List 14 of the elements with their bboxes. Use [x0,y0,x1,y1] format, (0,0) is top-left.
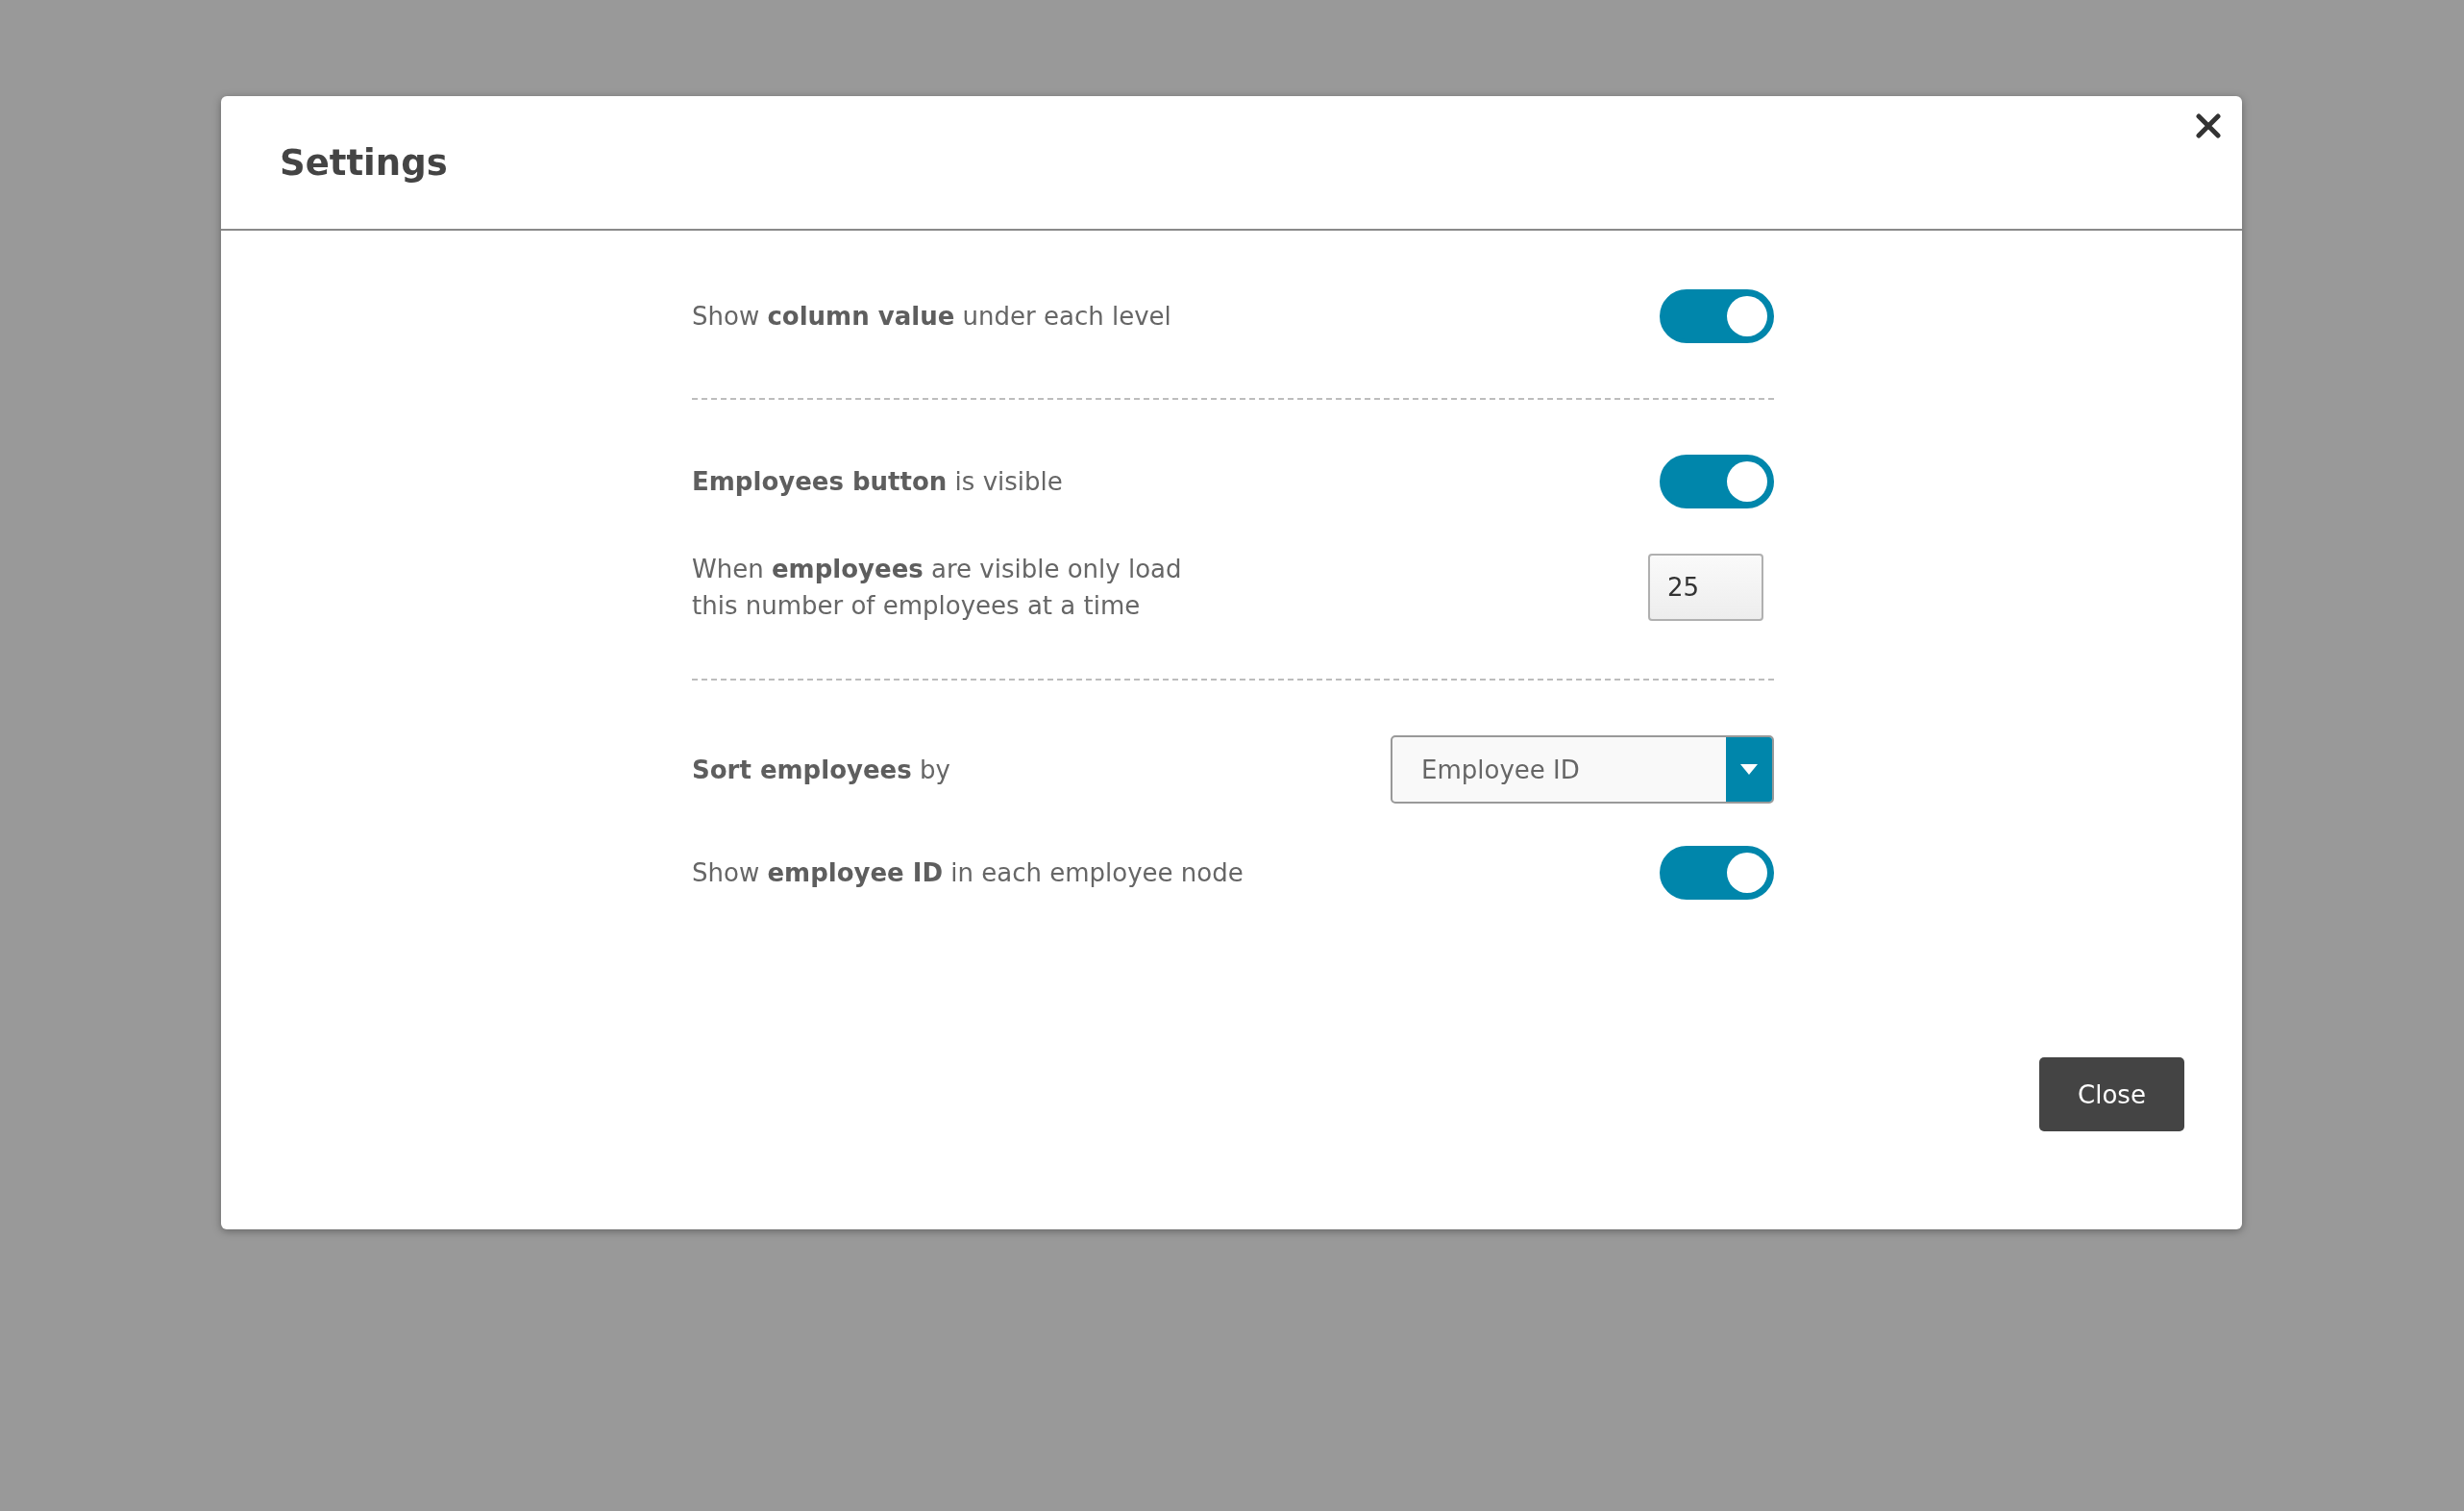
close-icon[interactable] [2196,113,2221,138]
toggle-switch[interactable] [1660,846,1774,900]
setting-label: When employees are visible only load this number of employees at a time [692,554,1182,622]
close-button[interactable]: Close [2039,1057,2184,1131]
setting-label: Sort employees by [692,754,950,786]
setting-label: Show employee ID in each employee node [692,857,1244,889]
dialog-title: Settings [280,141,448,184]
sort-dropdown[interactable]: Employee ID [1391,735,1774,804]
toggle-switch[interactable] [1660,455,1774,508]
toggle-switch[interactable] [1660,289,1774,343]
setting-label: Employees button is visible [692,466,1063,498]
caret-icon [1740,764,1758,775]
number-field[interactable]: 25 [1648,554,1763,621]
setting-label: Show column value under each level [692,301,1171,333]
